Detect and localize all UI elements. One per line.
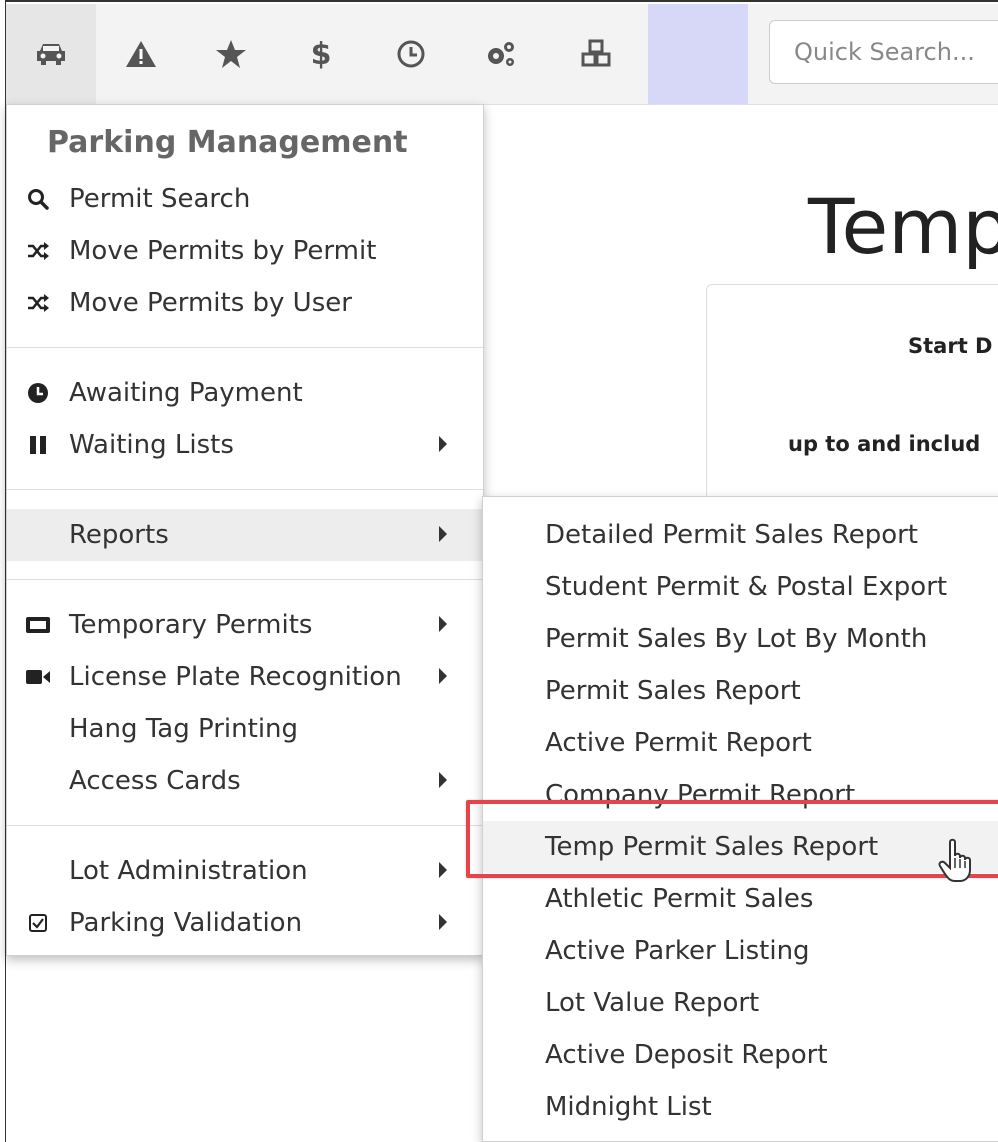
- star-icon[interactable]: [186, 4, 276, 104]
- submenu-item[interactable]: Athletic Permit Sales: [483, 873, 998, 925]
- quick-search-input[interactable]: Quick Search...: [769, 20, 998, 84]
- submenu-arrow-icon: [439, 668, 447, 684]
- start-date-label: Start D: [908, 334, 993, 358]
- menu-item-parking-validation[interactable]: Parking Validation: [7, 897, 483, 949]
- menu-item-label: Move Permits by User: [69, 288, 352, 318]
- menu-item-label: Hang Tag Printing: [69, 714, 299, 744]
- gears-icon[interactable]: [456, 4, 546, 104]
- submenu-arrow-icon: [439, 616, 447, 632]
- menu-item-label: Permit Search: [69, 184, 251, 214]
- submenu-arrow-icon: [439, 436, 447, 452]
- submenu-item[interactable]: Permit Sales By Lot By Month: [483, 613, 998, 665]
- submenu-item[interactable]: Active Parker Listing: [483, 925, 998, 977]
- menu-item-waiting-lists[interactable]: Waiting Lists: [7, 419, 483, 471]
- submenu-arrow-icon: [439, 772, 447, 788]
- top-toolbar: $ Quick Search...: [6, 4, 998, 105]
- menu-item-license-plate-recognition[interactable]: License Plate Recognition: [7, 651, 483, 703]
- menu-item-temporary-permits[interactable]: Temporary Permits: [7, 599, 483, 651]
- menu-item-label: Lot Administration: [69, 856, 308, 886]
- hand-cursor-icon: [938, 838, 978, 888]
- pause-icon: [7, 419, 69, 471]
- submenu-item[interactable]: Active Deposit Report: [483, 1029, 998, 1081]
- video-camera-icon: [7, 651, 69, 703]
- menu-item-move-permits-by-user[interactable]: Move Permits by User: [7, 277, 483, 329]
- menu-divider: [7, 579, 483, 580]
- dollar-icon[interactable]: $: [276, 4, 366, 104]
- menu-item-label: Temporary Permits: [69, 610, 313, 640]
- submenu-item[interactable]: Midnight List: [483, 1081, 998, 1133]
- menu-item-label: Parking Validation: [69, 908, 303, 938]
- parking-management-menu: Parking Management Permit Search Move Pe…: [6, 104, 484, 956]
- checkbox-icon: [7, 897, 69, 949]
- menu-item-label: License Plate Recognition: [69, 662, 402, 692]
- shuffle-icon: [7, 225, 69, 277]
- menu-item-lot-administration[interactable]: Lot Administration: [7, 845, 483, 897]
- menu-item-label: Awaiting Payment: [69, 378, 303, 408]
- submenu-item[interactable]: Permit Sales Report: [483, 665, 998, 717]
- clock-icon: [7, 367, 69, 419]
- menu-item-reports[interactable]: Reports: [7, 509, 483, 561]
- submenu-item[interactable]: Student Permit & Postal Export: [483, 561, 998, 613]
- menu-item-move-permits-by-permit[interactable]: Move Permits by Permit: [7, 225, 483, 277]
- menu-item-awaiting-payment[interactable]: Awaiting Payment: [7, 367, 483, 419]
- menu-item-label: Waiting Lists: [69, 430, 234, 460]
- submenu-arrow-icon: [439, 862, 447, 878]
- submenu-item[interactable]: Detailed Permit Sales Report: [483, 509, 998, 561]
- page-title: Temp: [808, 182, 998, 271]
- menu-header: Parking Management: [47, 125, 408, 160]
- cubes-icon[interactable]: [546, 4, 646, 104]
- menu-item-permit-search[interactable]: Permit Search: [7, 173, 483, 225]
- up-to-label: up to and includ: [788, 432, 981, 456]
- report-card: [706, 284, 998, 524]
- warning-icon[interactable]: [96, 4, 186, 104]
- menu-item-access-cards[interactable]: Access Cards: [7, 755, 483, 807]
- clock-icon[interactable]: [366, 4, 456, 104]
- menu-divider: [7, 489, 483, 490]
- menu-item-label: Move Permits by Permit: [69, 236, 377, 266]
- menu-item-hang-tag-printing[interactable]: Hang Tag Printing: [7, 703, 483, 755]
- toolbar-highlight-slot[interactable]: [648, 4, 748, 104]
- shuffle-icon: [7, 277, 69, 329]
- menu-divider: [7, 347, 483, 348]
- menu-item-label: Reports: [69, 520, 169, 550]
- submenu-arrow-icon: [439, 914, 447, 930]
- ticket-icon: [7, 599, 69, 651]
- car-icon[interactable]: [6, 4, 96, 104]
- submenu-item[interactable]: Lot Value Report: [483, 977, 998, 1029]
- submenu-item[interactable]: Active Permit Report: [483, 717, 998, 769]
- menu-item-label: Access Cards: [69, 766, 241, 796]
- menu-divider: [7, 825, 483, 826]
- search-icon: [7, 173, 69, 225]
- submenu-arrow-icon: [439, 526, 447, 542]
- highlight-annotation-box: [466, 800, 998, 878]
